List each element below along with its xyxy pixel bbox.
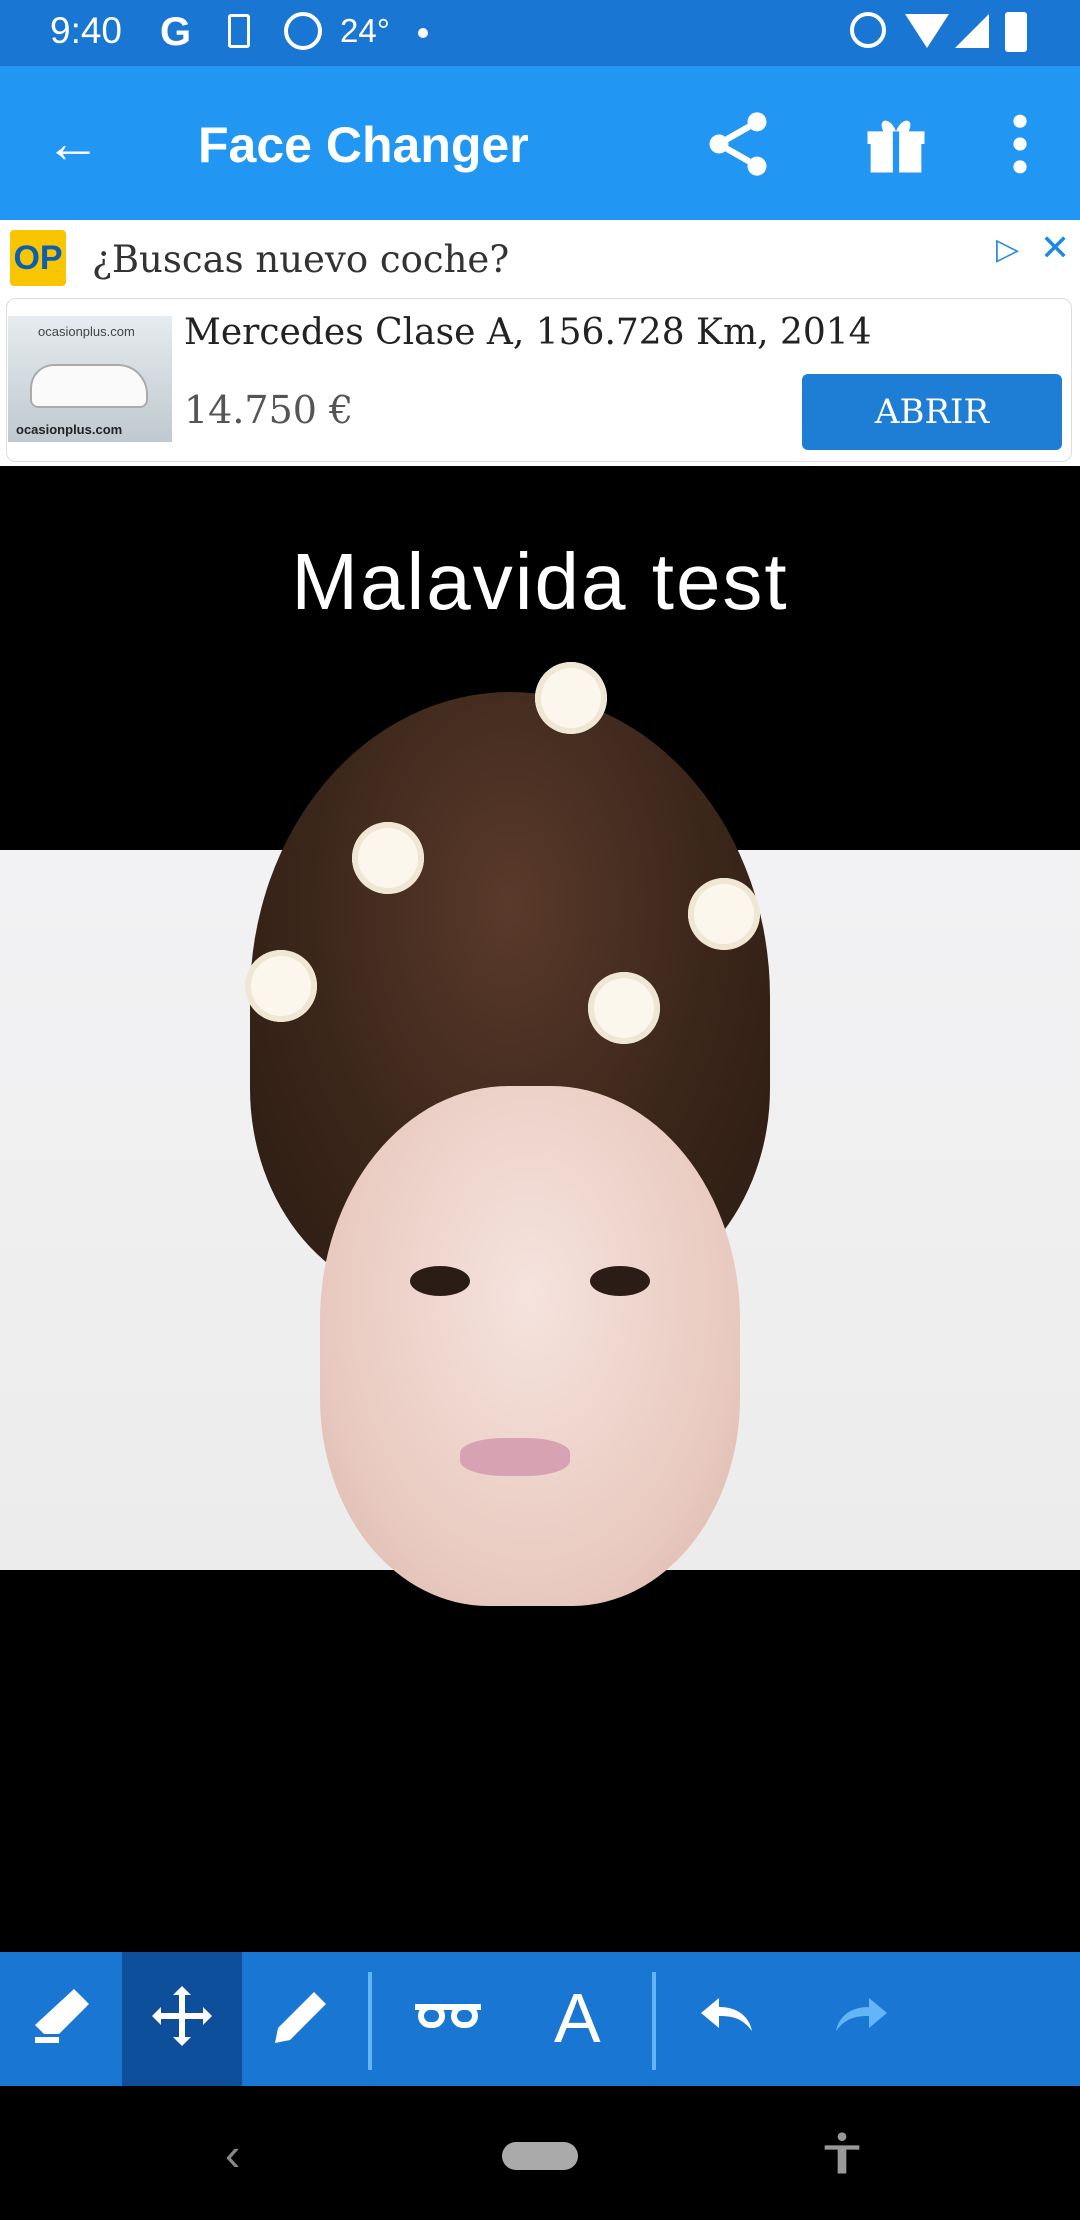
hair-flower — [352, 822, 424, 894]
ad-thumbnail[interactable]: ocasionplus.com ocasionplus.com — [8, 316, 172, 442]
google-icon: G — [160, 10, 192, 54]
move-tool-button[interactable] — [122, 1952, 242, 2086]
status-time: 9:40 — [50, 10, 123, 51]
redo-button[interactable] — [800, 1952, 920, 2086]
app-title: Face Changer — [198, 117, 529, 173]
arrow-back-icon: ← — [45, 111, 101, 174]
ad-price: 14.750 € — [184, 388, 354, 432]
accessibility-icon — [824, 2132, 860, 2174]
more-options-button[interactable] — [1000, 106, 1040, 182]
nav-back-button[interactable]: ‹ — [225, 2126, 265, 2182]
share-button[interactable] — [700, 106, 776, 182]
canvas-caption-text[interactable]: Malavida test — [0, 536, 1080, 628]
pencil-icon — [275, 1992, 326, 2043]
wifi-icon — [905, 14, 949, 48]
move-icon — [152, 1986, 212, 2046]
hair-flower — [535, 662, 607, 734]
sim-card-icon — [228, 14, 250, 48]
weather-icon — [284, 12, 322, 50]
adchoices-icon[interactable]: ▷ — [996, 234, 1028, 266]
more-vert-icon — [1013, 114, 1027, 174]
open-ad-button[interactable]: ABRIR — [802, 374, 1062, 450]
close-ad-button[interactable]: ✕ — [1040, 230, 1072, 266]
editor-canvas[interactable]: Malavida test — [0, 466, 1080, 1952]
back-button[interactable]: ← — [40, 110, 106, 176]
notification-dot-icon — [418, 28, 428, 38]
ad-thumbnail-brand-footer: ocasionplus.com — [16, 422, 123, 437]
car-image — [30, 364, 148, 408]
pencil-tool-button[interactable] — [242, 1952, 362, 2086]
gift-icon — [867, 120, 925, 173]
toolbar-divider — [652, 1972, 656, 2070]
app-bar: ← Face Changer — [0, 66, 1080, 220]
accessibility-button[interactable] — [816, 2126, 868, 2182]
alarm-icon — [850, 12, 886, 48]
editing-toolbar: A — [0, 1952, 1080, 2086]
status-temperature: 24° — [340, 12, 390, 49]
eraser-icon — [35, 1989, 89, 2043]
face-photo — [320, 1086, 740, 1606]
ad-thumbnail-brand: ocasionplus.com — [38, 324, 135, 339]
glasses-icon — [415, 2004, 481, 2028]
hair-flower — [245, 950, 317, 1022]
lips — [460, 1438, 570, 1476]
eraser-tool-button[interactable] — [2, 1952, 122, 2086]
text-tool-button[interactable]: A — [518, 1952, 638, 2086]
ad-title[interactable]: Mercedes Clase A, 156.728 Km, 2014 — [184, 312, 872, 353]
right-eye — [590, 1266, 650, 1296]
toolbar-divider — [368, 1972, 372, 2070]
system-navigation-bar: ‹ — [0, 2086, 1080, 2220]
nav-home-button[interactable] — [502, 2142, 578, 2170]
cell-signal-icon — [955, 14, 989, 48]
hair-flower — [688, 878, 760, 950]
hair-flower — [588, 972, 660, 1044]
undo-icon — [701, 1998, 752, 2031]
glasses-tool-button[interactable] — [388, 1952, 508, 2086]
ad-headline: ¿Buscas nuevo coche? — [92, 238, 510, 281]
share-icon — [709, 112, 767, 176]
gift-button[interactable] — [858, 106, 934, 182]
ad-banner[interactable]: OP ¿Buscas nuevo coche? ▷ ✕ ocasionplus.… — [0, 220, 1080, 466]
battery-icon — [1005, 12, 1027, 52]
left-eye — [410, 1266, 470, 1296]
undo-button[interactable] — [668, 1952, 788, 2086]
status-bar: 9:40 G 24° — [0, 0, 1080, 66]
text-icon: A — [554, 1979, 601, 2057]
redo-icon — [836, 1998, 887, 2031]
advertiser-logo: OP — [10, 230, 66, 286]
